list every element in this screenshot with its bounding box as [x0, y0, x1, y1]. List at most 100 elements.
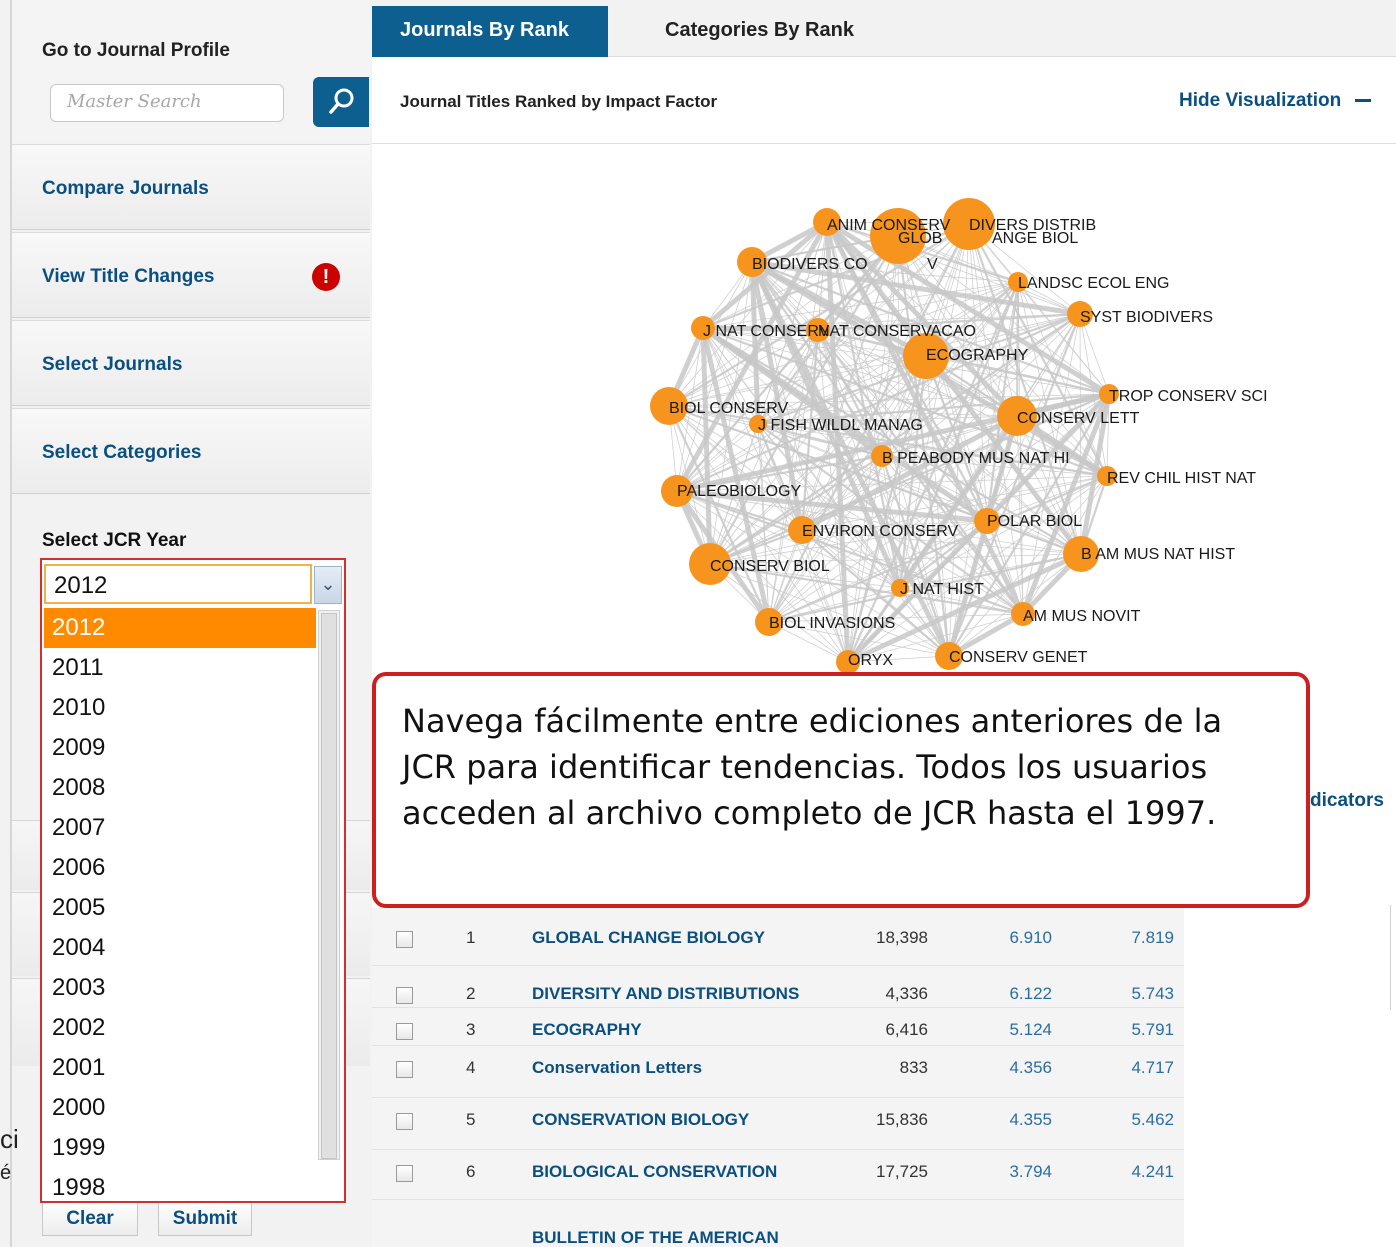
year-option-2002[interactable]: 2002: [44, 1008, 316, 1048]
five-year-if-cell: 5.743: [1131, 984, 1174, 1003]
partial-text-b: é: [0, 1162, 12, 1184]
rank-cell: 5: [466, 1110, 476, 1129]
year-option-2003[interactable]: 2003: [44, 968, 316, 1008]
table-row: 6 BIOLOGICAL CONSERVATION 17,725 3.794 4.241: [372, 1150, 1184, 1200]
journal-title-link[interactable]: GLOBAL CHANGE BIOLOGY: [532, 928, 765, 948]
five-year-if-cell: 4.717: [1131, 1058, 1174, 1077]
indicators-link[interactable]: dicators: [1310, 790, 1384, 812]
jcr-year-dropdown[interactable]: 2012 ⌄ 2012 2011 2010 2009 2008 2007 2006 2005 2…: [40, 558, 346, 1203]
dropdown-scrollbar[interactable]: [318, 610, 340, 1160]
info-callout: Navega fácilmente entre ediciones anteri…: [372, 672, 1310, 908]
tab-categories-by-rank[interactable]: Categories By Rank: [637, 6, 882, 57]
journal-title-link[interactable]: BULLETIN OF THE AMERICAN: [532, 1228, 779, 1247]
journal-title-link[interactable]: CONSERVATION BIOLOGY: [532, 1110, 749, 1130]
network-node-label: BIOL CONSERV: [669, 400, 788, 417]
chevron-down-icon[interactable]: ⌄: [314, 566, 342, 604]
five-year-if-cell: 5.791: [1131, 1020, 1174, 1039]
network-node-label: POLAR BIOL: [987, 513, 1082, 530]
row-checkbox[interactable]: [396, 1113, 413, 1130]
journal-rank-table: 1 GLOBAL CHANGE BIOLOGY 18,398 6.910 7.819 2 D…: [372, 908, 1184, 1247]
year-option-2011[interactable]: 2011: [44, 648, 316, 688]
table-row: 5 CONSERVATION BIOLOGY 15,836 4.355 5.462: [372, 1098, 1184, 1150]
scrollbar-thumb[interactable]: [321, 613, 337, 1159]
compare-journals-label: Compare Journals: [42, 178, 209, 199]
network-node-label: J NAT HIST: [900, 581, 984, 598]
network-node-label: REV CHIL HIST NAT: [1107, 470, 1256, 487]
select-journals-item[interactable]: Select Journals: [12, 320, 370, 406]
row-checkbox[interactable]: [396, 1165, 413, 1182]
view-title-changes-item[interactable]: View Title Changes !: [12, 232, 370, 318]
year-option-2004[interactable]: 2004: [44, 928, 316, 968]
total-cites-cell: 18,398: [876, 928, 928, 947]
year-option-2008[interactable]: 2008: [44, 768, 316, 808]
master-search-input[interactable]: Master Search: [50, 84, 284, 122]
network-node-label: V: [927, 256, 938, 273]
journal-profile-title: Go to Journal Profile: [42, 40, 230, 61]
total-cites-cell: 833: [899, 1058, 928, 1077]
rank-cell: 3: [466, 1020, 476, 1039]
row-checkbox[interactable]: [396, 1023, 413, 1040]
right-scrollbar[interactable]: [1390, 905, 1396, 1010]
network-node-label: ECOGRAPHY: [926, 347, 1029, 364]
journal-title-link[interactable]: BIOLOGICAL CONSERVATION: [532, 1162, 777, 1182]
table-row: 4 Conservation Letters 833 4.356 4.717: [372, 1046, 1184, 1098]
network-node-label: ORYX: [848, 652, 893, 669]
five-year-if-cell: 7.819: [1131, 928, 1174, 947]
year-option-2005[interactable]: 2005: [44, 888, 316, 928]
network-node-label: GLOB: [898, 230, 942, 247]
year-option-2012[interactable]: 2012: [44, 608, 316, 648]
search-button[interactable]: [313, 77, 369, 127]
table-row: 3 ECOGRAPHY 6,416 5.124 5.791: [372, 1008, 1184, 1046]
year-option-2000[interactable]: 2000: [44, 1088, 316, 1128]
journal-network-graph[interactable]: ANIM CONSERVGLOB ANGE BIOLDIVERS DISTRIBB…: [372, 144, 1396, 672]
impact-factor-cell: 4.356: [1009, 1058, 1052, 1077]
total-cites-cell: 4,336: [885, 984, 928, 1003]
year-option-1999[interactable]: 1999: [44, 1128, 316, 1168]
row-checkbox[interactable]: [396, 987, 413, 1004]
tab-journals-by-rank[interactable]: Journals By Rank: [372, 6, 608, 57]
journal-title-link[interactable]: ECOGRAPHY: [532, 1020, 642, 1040]
row-checkbox[interactable]: [396, 1061, 413, 1078]
five-year-if-cell: 5.462: [1131, 1110, 1174, 1129]
year-option-2007[interactable]: 2007: [44, 808, 316, 848]
jcr-year-select[interactable]: 2012: [44, 564, 312, 604]
year-options-list: 2012 2011 2010 2009 2008 2007 2006 2005 2004 2003…: [44, 608, 316, 1208]
page-subtitle: Journal Titles Ranked by Impact Factor: [400, 92, 718, 111]
network-node-label: J FISH WILDL MANAG: [758, 417, 923, 434]
minus-icon: [1354, 99, 1371, 103]
network-node-label: BIODIVERS CO: [752, 256, 868, 273]
network-edge: [1017, 281, 1024, 615]
impact-factor-cell: 6.122: [1009, 984, 1052, 1003]
network-node-label: BIOL INVASIONS: [769, 615, 895, 632]
network-node-label: PALEOBIOLOGY: [677, 483, 802, 500]
journal-title-link[interactable]: Conservation Letters: [532, 1058, 702, 1078]
year-option-1998[interactable]: 1998: [44, 1168, 316, 1208]
hide-visualization-label: Hide Visualization: [1179, 90, 1342, 111]
view-title-changes-label: View Title Changes: [42, 266, 215, 287]
rank-cell: 6: [466, 1162, 476, 1181]
row-checkbox[interactable]: [396, 931, 413, 948]
year-option-2006[interactable]: 2006: [44, 848, 316, 888]
network-node-label: DIVERS DISTRIB: [969, 217, 1096, 234]
network-node-label: SYST BIODIVERS: [1080, 309, 1213, 326]
select-jcr-year-label: Select JCR Year: [42, 530, 187, 551]
hide-visualization-link[interactable]: Hide Visualization: [1179, 90, 1371, 112]
network-node-label: CONSERV BIOL: [710, 558, 830, 575]
network-node-label: CONSERV GENET: [949, 649, 1088, 666]
network-node-label: ENVIRON CONSERV: [802, 523, 959, 540]
year-option-2009[interactable]: 2009: [44, 728, 316, 768]
network-node-label: B PEABODY MUS NAT HI: [882, 450, 1070, 467]
partial-text-a: ci: [0, 1124, 19, 1154]
journal-title-link[interactable]: DIVERSITY AND DISTRIBUTIONS: [532, 984, 799, 1004]
year-option-2010[interactable]: 2010: [44, 688, 316, 728]
compare-journals-item[interactable]: Compare Journals: [12, 144, 370, 230]
network-node-label: AM MUS NOVIT: [1023, 608, 1141, 625]
tab-bar: Journals By Rank Categories By Rank: [372, 0, 1396, 57]
total-cites-cell: 17,725: [876, 1162, 928, 1181]
network-node-label: LANDSC ECOL ENG: [1018, 275, 1169, 292]
rank-cell: 2: [466, 984, 476, 1003]
network-node-label: NAT CONSERVACAO: [818, 323, 976, 340]
select-categories-item[interactable]: Select Categories: [12, 408, 370, 494]
year-option-2001[interactable]: 2001: [44, 1048, 316, 1088]
impact-factor-cell: 3.794: [1009, 1162, 1052, 1181]
